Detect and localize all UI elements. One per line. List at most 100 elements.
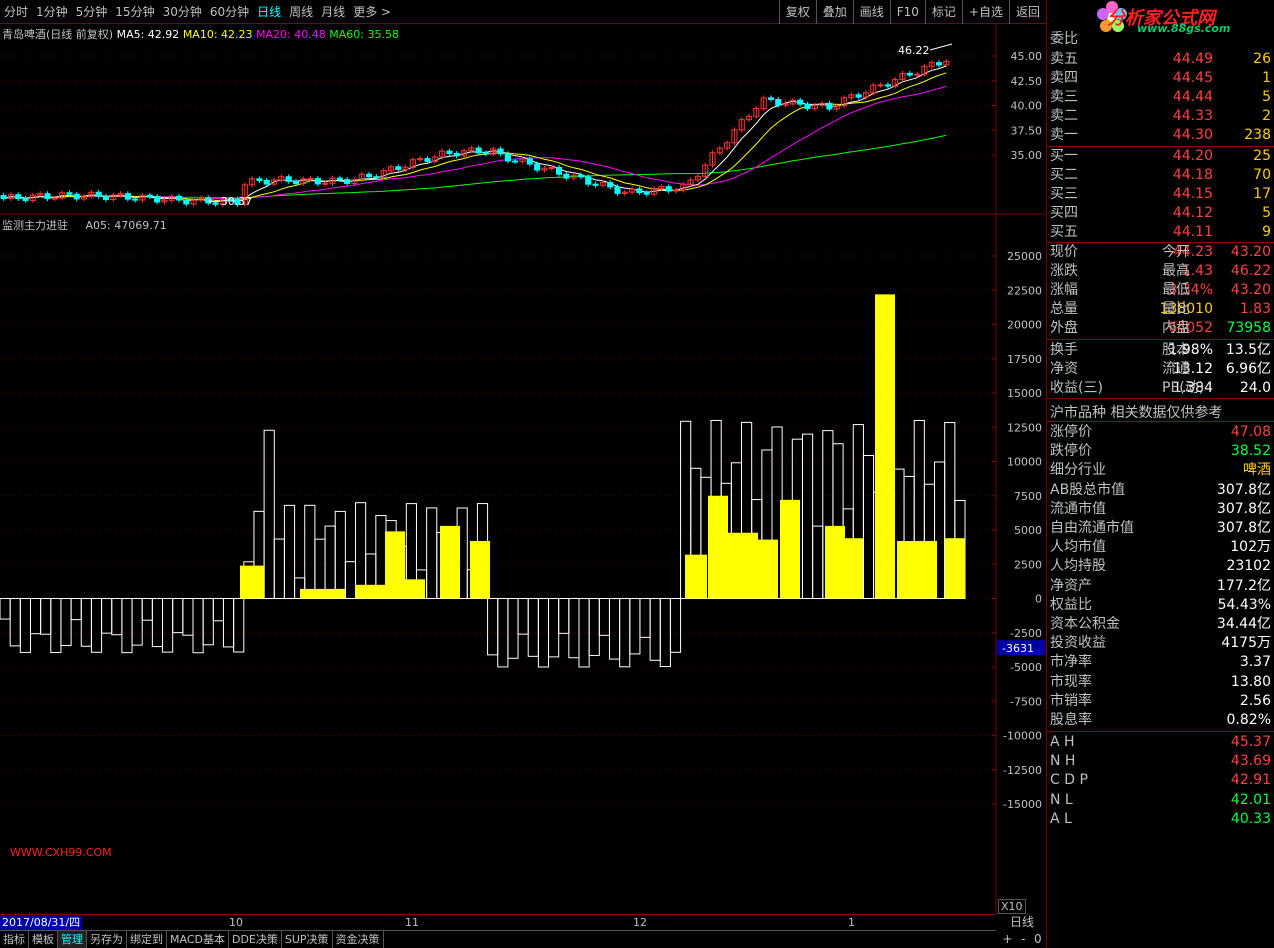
period-toolbar: 分时 1分钟 5分钟 15分钟 30分钟 60分钟 日线 周线 月线 更多 > 复权 叠加 画线 F10…	[0, 0, 1046, 24]
level-value: 43.69	[1230, 753, 1271, 770]
indicator-legend: 监测主力进驻 A05: 47069.71	[2, 217, 167, 233]
candle-body	[446, 150, 453, 154]
quote-value: 43.20	[1230, 244, 1271, 260]
zoom-out-button[interactable]: -	[1021, 930, 1025, 948]
chart-area[interactable]: 45.00 42.50 40.00 37.50 35.00 46.22 ← 30.37 250…	[0, 24, 1046, 914]
period-tab[interactable]: 更多 >	[349, 3, 395, 21]
period-tab[interactable]: 1分钟	[32, 3, 72, 21]
level-value: 45.37	[1230, 734, 1271, 750]
zoom-in-button[interactable]: +	[1002, 930, 1012, 948]
outline-bar	[619, 598, 631, 668]
candle-body	[263, 180, 270, 185]
indicator-axis-label: -10000	[1003, 730, 1042, 743]
candle-body	[475, 147, 482, 154]
x10-button[interactable]: X10	[998, 899, 1026, 914]
price-axis-label: 40.00	[1011, 100, 1043, 113]
ma5-line	[3, 65, 947, 203]
month-tick: 1	[848, 916, 855, 929]
level-label: A H	[1050, 734, 1075, 750]
outline-bar	[273, 538, 285, 599]
bottom-tab[interactable]: DDE决策	[229, 931, 282, 948]
candle-body	[482, 152, 490, 155]
bottom-tab[interactable]: 管理	[58, 931, 87, 948]
tool-button[interactable]: 返回	[1008, 0, 1046, 24]
order-ratio-label: 委比	[1050, 31, 1078, 47]
indicator-axis-label: 0	[1035, 593, 1042, 606]
period-tab[interactable]: 分时	[0, 3, 32, 21]
candle-body	[855, 94, 862, 98]
indicator-axis-label: 25000	[1007, 250, 1042, 263]
period-tab[interactable]: 15分钟	[111, 3, 158, 21]
bottom-tab[interactable]: MACD基本	[167, 931, 229, 948]
outline-bar	[649, 598, 661, 661]
panel-row: 净资产 177.2亿	[1047, 577, 1274, 596]
indicator-axis-label: -2500	[1010, 627, 1042, 640]
outline-bar	[131, 598, 143, 646]
detail-value: 47.08	[1230, 424, 1271, 440]
tool-button[interactable]: +自选	[961, 0, 1009, 24]
tool-button[interactable]: 标记	[924, 0, 962, 24]
ask-volume: 238	[1244, 127, 1271, 143]
chart-canvas[interactable]: 45.00 42.50 40.00 37.50 35.00 46.22 ← 30.37 250…	[0, 24, 1046, 914]
tool-button[interactable]: F10	[889, 0, 925, 24]
fund-label: 流通	[1162, 361, 1190, 377]
detail-label: 市现率	[1050, 673, 1092, 690]
bottom-tab[interactable]: 另存为	[87, 931, 127, 948]
period-label[interactable]: 日线	[998, 914, 1046, 930]
bottom-tab[interactable]: 指标	[0, 931, 29, 948]
candle-body	[614, 186, 621, 194]
candle-body	[365, 173, 373, 178]
indicator-axis-label: 7500	[1014, 490, 1042, 503]
bid-price: 44.11	[1172, 224, 1213, 240]
candle-body	[935, 62, 943, 66]
zoom-reset-button[interactable]: 0	[1034, 930, 1042, 948]
candle-body	[373, 176, 380, 179]
bottom-tab[interactable]: 绑定到	[127, 931, 167, 948]
outline-bar	[588, 598, 600, 656]
fund-value: 24.0	[1239, 380, 1271, 396]
candle-body	[497, 148, 504, 155]
period-tab[interactable]: 日线	[253, 3, 285, 21]
quote-value: 1.83	[1239, 301, 1271, 317]
panel-row: 买三 44.15 17	[1047, 185, 1274, 204]
panel-row: 涨停价 47.08	[1047, 423, 1274, 442]
candle-body	[22, 198, 29, 201]
candle-body	[0, 195, 7, 200]
bottom-tab[interactable]: 模板	[29, 931, 58, 948]
detail-label: 人均市值	[1050, 539, 1106, 556]
bottom-tab[interactable]: 资金决策	[333, 931, 384, 948]
panel-row: 现价 44.23 今开 43.20	[1047, 243, 1274, 262]
tool-button[interactable]: 画线	[852, 0, 890, 24]
outline-bar	[608, 598, 621, 660]
outline-bar	[151, 598, 164, 648]
candle-body	[175, 195, 183, 201]
candle-body	[395, 166, 402, 171]
panel-row: 买一 44.20 25	[1047, 147, 1274, 166]
panel-row: 涨幅 3.34% 最低 43.20	[1047, 281, 1274, 300]
tool-button[interactable]: 复权	[778, 0, 816, 24]
bid-volume: 5	[1262, 205, 1271, 221]
level-label: C D P	[1050, 772, 1088, 789]
bid-volume: 70	[1253, 167, 1271, 183]
period-tab[interactable]: 30分钟	[159, 3, 206, 21]
level-label: A L	[1050, 810, 1072, 827]
period-tab[interactable]: 60分钟	[206, 3, 253, 21]
logo: 分析家公式网 www.88gs.com	[1047, 0, 1274, 35]
tool-button[interactable]: 叠加	[815, 0, 853, 24]
quote-label: 今开	[1162, 244, 1190, 260]
bottom-tab[interactable]: SUP决策	[282, 931, 333, 948]
candle-body	[877, 84, 884, 87]
period-tab[interactable]: 5分钟	[72, 3, 112, 21]
period-tab[interactable]: 周线	[285, 3, 317, 21]
candle-body	[577, 174, 585, 178]
detail-label: 细分行业	[1050, 462, 1106, 479]
ask-volume: 1	[1262, 70, 1271, 86]
detail-value: 307.8亿	[1216, 500, 1271, 517]
candle-body	[51, 197, 58, 200]
period-tab[interactable]: 月线	[317, 3, 349, 21]
ask-volume: 2	[1262, 108, 1271, 124]
indicator-axis-label: -5000	[1010, 661, 1042, 674]
detail-value: 102万	[1230, 539, 1271, 556]
detail-label: 流通市值	[1050, 500, 1106, 517]
outline-bar	[101, 598, 113, 634]
